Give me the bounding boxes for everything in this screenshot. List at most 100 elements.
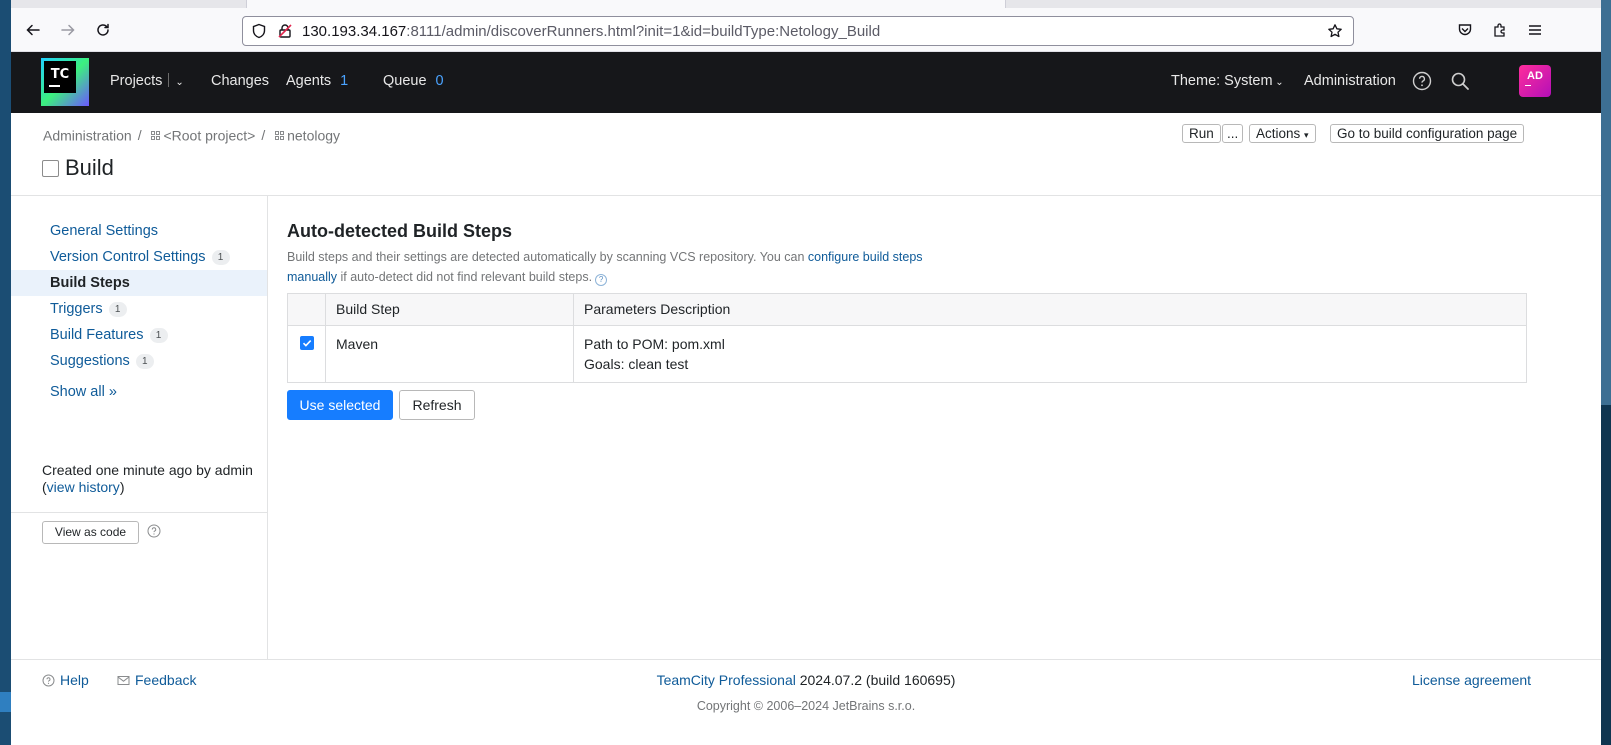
theme-selector[interactable]: Theme: System ⌄	[1171, 73, 1284, 89]
nav-changes[interactable]: Changes	[211, 73, 269, 89]
build-step-cell: Maven	[325, 325, 574, 383]
breadcrumb-administration[interactable]: Administration	[43, 127, 132, 143]
search-icon[interactable]	[1449, 70, 1471, 92]
count-badge: 1	[108, 302, 127, 317]
nav-projects-separator	[168, 73, 170, 87]
go-to-build-config-button[interactable]: Go to build configuration page	[1330, 124, 1525, 143]
refresh-button[interactable]: Refresh	[399, 390, 475, 420]
scrollbar[interactable]	[1601, 0, 1611, 405]
detected-steps-table: Build Step Parameters Description Maven …	[287, 293, 1527, 383]
version-info: TeamCity Professional 2024.07.2 (build 1…	[11, 672, 1601, 688]
active-tab[interactable]	[246, 0, 1006, 8]
footer: Help Feedback TeamCity Professional 2024…	[11, 660, 1601, 745]
run-button[interactable]: Run	[1182, 124, 1221, 143]
nav-agents[interactable]: Agents 1	[286, 73, 348, 89]
section-description: Build steps and their settings are detec…	[287, 247, 927, 287]
actions-button[interactable]: Actions ▾	[1249, 124, 1316, 143]
sidebar-item-build-steps[interactable]: Build Steps	[11, 270, 267, 296]
table-header-row: Build Step Parameters Description	[287, 293, 1527, 326]
teamcity-logo[interactable]: TC	[41, 58, 89, 106]
sidebar-item-label: Triggers	[50, 301, 103, 317]
menu-button[interactable]	[1523, 18, 1547, 42]
help-icon[interactable]: ?	[595, 274, 608, 286]
created-info: Created one minute ago by admin (view hi…	[42, 462, 257, 496]
column-header-parameters: Parameters Description	[573, 293, 1527, 326]
view-as-code-button[interactable]: View as code	[42, 521, 139, 544]
nav-queue-label: Queue	[383, 73, 427, 89]
shield-icon[interactable]	[251, 23, 267, 39]
sidebar: General Settings Version Control Setting…	[11, 196, 268, 660]
table-row: Maven Path to POM: pom.xml Goals: clean t…	[287, 325, 1527, 383]
version-text: 2024.07.2 (build 160695)	[799, 672, 956, 688]
sidebar-item-label: Suggestions	[50, 353, 130, 369]
breadcrumb-separator: /	[261, 127, 266, 144]
actions-label: Actions	[1256, 126, 1301, 141]
pocket-button[interactable]	[1453, 18, 1477, 42]
extensions-button[interactable]	[1488, 18, 1512, 42]
param-line: Goals: clean test	[584, 356, 689, 372]
bookmark-star-icon[interactable]	[1327, 23, 1343, 39]
license-agreement-link[interactable]: License agreement	[1412, 672, 1531, 688]
column-header-build-step: Build Step	[325, 293, 574, 326]
avatar[interactable]: AD	[1519, 65, 1551, 97]
url-bar[interactable]: 130.193.34.167:8111/admin/discoverRunner…	[242, 16, 1354, 46]
url-text[interactable]: 130.193.34.167:8111/admin/discoverRunner…	[302, 23, 880, 40]
nav-projects[interactable]: Projects ⌄	[110, 73, 184, 89]
nav-administration[interactable]: Administration	[1304, 73, 1396, 89]
help-icon[interactable]	[1411, 70, 1433, 92]
insecure-lock-icon[interactable]	[277, 23, 293, 39]
sidebar-item-triggers[interactable]: Triggers 1	[11, 296, 267, 322]
show-all-link[interactable]: Show all »	[50, 384, 117, 400]
build-config-icon	[42, 159, 59, 177]
sidebar-item-build-features[interactable]: Build Features 1	[11, 322, 267, 348]
arrow-left-icon	[26, 24, 40, 36]
sidebar-item-label: Build Steps	[50, 275, 130, 291]
description-suffix: if auto-detect did not find relevant bui…	[337, 270, 593, 284]
sidebar-item-label: Version Control Settings	[50, 249, 206, 265]
queue-count: 0	[435, 73, 444, 89]
reload-icon	[97, 23, 109, 36]
avatar-initials: AD	[1527, 70, 1543, 82]
nav-agents-label: Agents	[286, 73, 332, 89]
browser-toolbar: 130.193.34.167:8111/admin/discoverRunner…	[11, 8, 1601, 52]
help-icon[interactable]	[147, 524, 161, 538]
nav-queue[interactable]: Queue 0	[383, 73, 444, 89]
sidebar-item-label: Build Features	[50, 327, 144, 343]
teamcity-brand-link[interactable]: TeamCity Professional	[657, 672, 796, 688]
count-badge: 1	[149, 328, 168, 343]
sidebar-item-label: General Settings	[50, 223, 159, 239]
teamcity-header: TC Projects ⌄ Changes Agents 1 Queue 0 Them…	[11, 52, 1601, 113]
reload-button[interactable]	[91, 18, 115, 42]
chevron-down-icon[interactable]: ⌄	[175, 77, 183, 88]
select-column-header	[287, 293, 326, 326]
browser-window: 130.193.34.167:8111/admin/discoverRunner…	[11, 0, 1601, 745]
sidebar-divider	[11, 512, 267, 513]
breadcrumb: Administration / <Root project> / netology	[43, 126, 340, 143]
chevron-down-icon: ⌄	[1272, 77, 1284, 88]
tab-strip	[11, 0, 1601, 8]
sidebar-item-suggestions[interactable]: Suggestions 1	[11, 348, 267, 374]
param-line: Path to POM: pom.xml	[584, 336, 725, 352]
breadcrumb-separator: /	[137, 127, 142, 144]
theme-label: Theme: System	[1171, 73, 1273, 89]
run-options-button[interactable]: ...	[1222, 124, 1244, 143]
forward-button[interactable]	[56, 18, 80, 42]
url-path: :8111/admin/discoverRunners.html?init=1&…	[406, 23, 881, 40]
logo-text: TC	[51, 67, 69, 82]
hamburger-icon	[1529, 25, 1541, 35]
project-icon	[151, 130, 161, 140]
back-button[interactable]	[21, 18, 45, 42]
desktop-marker	[0, 692, 11, 712]
caret-down-icon: ▾	[1304, 130, 1309, 140]
view-history-link[interactable]: view history	[47, 479, 120, 495]
sidebar-item-general-settings[interactable]: General Settings	[11, 218, 267, 244]
pocket-icon	[1458, 24, 1472, 36]
sidebar-item-version-control[interactable]: Version Control Settings 1	[11, 244, 267, 270]
use-selected-button[interactable]: Use selected	[287, 390, 393, 420]
breadcrumb-netology[interactable]: netology	[287, 127, 340, 143]
copyright: Copyright © 2006–2024 JetBrains s.r.o.	[696, 699, 916, 713]
count-badge: 1	[135, 354, 154, 369]
breadcrumb-root-project[interactable]: <Root project>	[163, 127, 255, 143]
step-checkbox[interactable]	[300, 336, 314, 350]
arrow-right-icon	[61, 24, 75, 36]
